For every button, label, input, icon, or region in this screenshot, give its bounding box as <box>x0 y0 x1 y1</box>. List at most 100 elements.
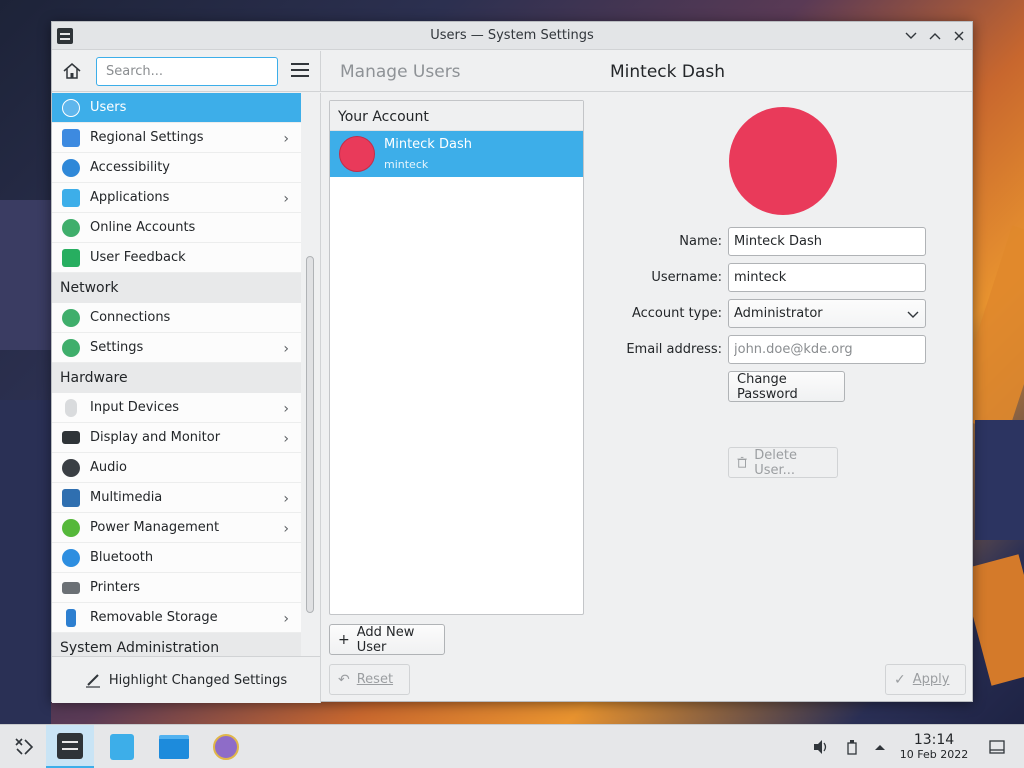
your-account-heading: Your Account <box>330 101 583 131</box>
taskbar-kdeconnect[interactable] <box>202 725 250 768</box>
bluetooth-icon <box>62 548 80 567</box>
breadcrumb-manage-users[interactable]: Manage Users <box>340 62 461 82</box>
list-item[interactable]: Minteck Dash minteck <box>330 131 583 177</box>
reset-button[interactable]: ↶ Reset <box>329 664 410 695</box>
delete-user-button[interactable]: Delete User... <box>728 447 838 478</box>
sidebar-item-printers[interactable]: Printers <box>52 573 301 603</box>
highlight-changed-settings-button[interactable]: Highlight Changed Settings <box>52 656 320 703</box>
change-password-button[interactable]: Change Password <box>728 371 845 402</box>
home-button[interactable] <box>62 61 84 83</box>
sidebar-item-display-monitor[interactable]: Display and Monitor › <box>52 423 301 453</box>
sidebar-item-label: Multimedia <box>90 490 163 505</box>
maximize-button[interactable] <box>926 27 944 45</box>
sidebar-item-network-settings[interactable]: Settings › <box>52 333 301 363</box>
dolphin-icon <box>159 735 189 759</box>
printers-icon <box>62 581 80 594</box>
taskbar-discover[interactable] <box>98 725 146 768</box>
check-icon: ✓ <box>894 671 906 688</box>
clock[interactable]: 13:14 10 Feb 2022 <box>898 732 970 762</box>
chevron-right-icon: › <box>283 521 289 537</box>
sidebar-item-online-accounts[interactable]: Online Accounts <box>52 213 301 243</box>
taskbar-dolphin[interactable] <box>150 725 198 768</box>
sidebar-item-user-feedback[interactable]: User Feedback <box>52 243 301 273</box>
sidebar-item-bluetooth[interactable]: Bluetooth <box>52 543 301 573</box>
app-launcher-button[interactable] <box>0 725 48 768</box>
sidebar-item-accessibility[interactable]: Accessibility <box>52 153 301 183</box>
kdeconnect-icon <box>213 734 239 760</box>
expand-tray-icon[interactable] <box>871 738 889 756</box>
audio-icon <box>62 458 80 477</box>
chevron-right-icon: › <box>283 401 289 417</box>
hamburger-menu-button[interactable] <box>291 63 309 79</box>
sidebar-item-label: Audio <box>90 460 127 475</box>
home-icon <box>63 63 81 79</box>
minimize-button[interactable] <box>902 27 920 45</box>
trash-icon <box>737 456 747 468</box>
users-icon <box>62 98 80 117</box>
chevron-right-icon: › <box>283 131 289 147</box>
clock-time: 13:14 <box>913 732 955 748</box>
add-new-user-button[interactable]: + Add New User <box>329 624 445 655</box>
email-field[interactable] <box>728 335 926 364</box>
reset-label: Reset <box>356 672 394 687</box>
sidebar-item-label: Accessibility <box>90 160 170 175</box>
sidebar-item-audio[interactable]: Audio <box>52 453 301 483</box>
show-desktop-icon[interactable] <box>988 738 1006 756</box>
taskbar-system-settings[interactable] <box>46 725 94 768</box>
system-settings-window: Users — System Settings Manage Users Min… <box>51 21 973 703</box>
accessibility-icon <box>62 158 80 177</box>
add-new-user-label: Add New User <box>356 624 415 655</box>
undo-icon: ↶ <box>338 671 350 688</box>
chevron-right-icon: › <box>283 431 289 447</box>
name-field[interactable] <box>728 227 926 256</box>
sidebar-item-input-devices[interactable]: Input Devices › <box>52 393 301 423</box>
page-title: Minteck Dash <box>610 62 726 82</box>
sidebar-item-removable-storage[interactable]: Removable Storage › <box>52 603 301 633</box>
close-button[interactable] <box>950 27 968 45</box>
sidebar-item-regional-settings[interactable]: Regional Settings › <box>52 123 301 153</box>
sidebar-item-label: Bluetooth <box>90 550 154 565</box>
sidebar-scrollbar[interactable] <box>306 256 314 613</box>
sidebar: Users Regional Settings › Accessibility … <box>52 93 301 656</box>
user-avatar-large[interactable] <box>729 107 837 215</box>
volume-icon[interactable] <box>812 738 830 756</box>
pen-icon <box>85 674 100 688</box>
sidebar-item-label: Printers <box>90 580 141 595</box>
name-label: Name: <box>679 234 722 249</box>
plus-icon: + <box>338 631 350 648</box>
username-field[interactable] <box>728 263 926 292</box>
removable-media-tray-icon[interactable] <box>843 738 861 756</box>
removable-storage-icon <box>66 608 76 627</box>
sidebar-item-multimedia[interactable]: Multimedia › <box>52 483 301 513</box>
sidebar-item-users[interactable]: Users <box>52 93 301 123</box>
sidebar-item-connections[interactable]: Connections <box>52 303 301 333</box>
taskbar: 13:14 10 Feb 2022 <box>0 724 1024 768</box>
user-login: minteck <box>384 158 429 171</box>
sidebar-item-power-management[interactable]: Power Management › <box>52 513 301 543</box>
sidebar-item-label: Input Devices <box>90 400 180 415</box>
close-icon <box>954 31 964 41</box>
clock-date: 10 Feb 2022 <box>899 748 969 761</box>
avatar <box>339 136 375 172</box>
regional-settings-icon <box>62 128 80 147</box>
sidebar-item-applications[interactable]: Applications › <box>52 183 301 213</box>
account-type-value: Administrator <box>734 306 823 321</box>
network-settings-icon <box>62 338 80 357</box>
input-devices-icon <box>65 398 77 417</box>
title-bar[interactable]: Users — System Settings <box>52 22 972 50</box>
delete-user-label: Delete User... <box>754 447 797 478</box>
discover-icon <box>110 734 134 760</box>
sidebar-item-label: Removable Storage <box>90 610 218 625</box>
users-list-panel: Your Account Minteck Dash minteck <box>329 100 584 615</box>
search-input[interactable] <box>96 57 278 86</box>
apply-button[interactable]: ✓ Apply <box>885 664 966 695</box>
system-settings-icon <box>57 732 83 759</box>
user-feedback-icon <box>62 248 80 267</box>
app-launcher-icon <box>15 738 34 755</box>
chevron-right-icon: › <box>283 491 289 507</box>
account-type-select[interactable]: Administrator <box>728 299 926 328</box>
sidebar-item-label: Applications <box>90 190 170 205</box>
account-type-label: Account type: <box>631 306 722 321</box>
chevron-right-icon: › <box>283 341 289 357</box>
chevron-down-icon <box>907 311 919 318</box>
